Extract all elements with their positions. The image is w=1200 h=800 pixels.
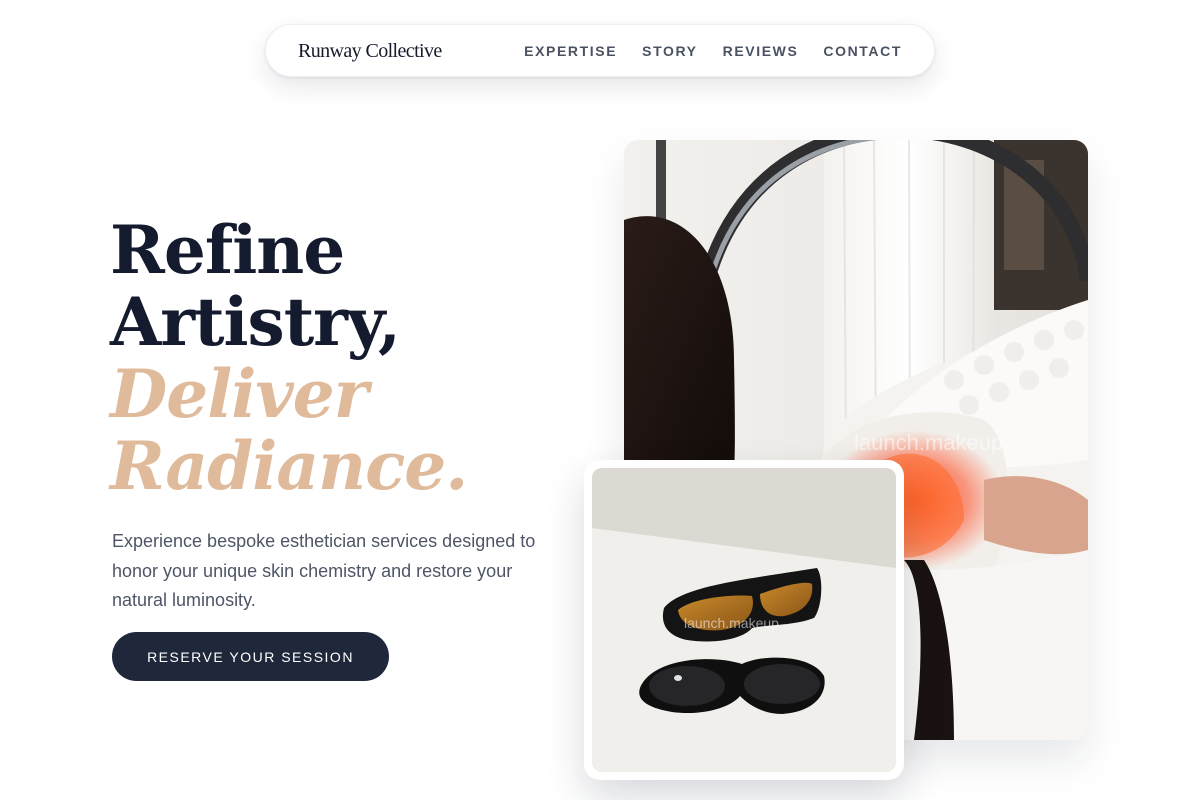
top-nav: Runway Collective EXPERTISE STORY REVIEW…	[265, 24, 935, 77]
main-watermark: launch.makeup	[854, 430, 1003, 455]
headline-line-2: Artistry,	[110, 283, 401, 361]
nav-link-story[interactable]: STORY	[642, 43, 697, 59]
goggles-photo: launch.makeup	[592, 468, 896, 772]
nav-link-reviews[interactable]: REVIEWS	[723, 43, 799, 59]
hero-headline: Refine Artistry, Deliver Radiance.	[110, 214, 570, 502]
small-watermark: launch.makeup	[684, 615, 779, 631]
nav-link-expertise[interactable]: EXPERTISE	[524, 43, 617, 59]
nav-link-contact[interactable]: CONTACT	[823, 43, 902, 59]
nav-links: EXPERTISE STORY REVIEWS CONTACT	[524, 43, 902, 59]
brand-logo[interactable]: Runway Collective	[298, 40, 442, 63]
hero-subcopy: Experience bespoke esthetician services …	[112, 531, 536, 610]
goggles-photo-card: launch.makeup	[584, 460, 904, 780]
headline-accent-line-2: Radiance.	[110, 427, 468, 505]
reserve-session-button[interactable]: RESERVE YOUR SESSION	[112, 632, 389, 681]
headline-accent-line-1: Deliver	[110, 355, 368, 433]
headline-line-1: Refine	[110, 211, 345, 289]
